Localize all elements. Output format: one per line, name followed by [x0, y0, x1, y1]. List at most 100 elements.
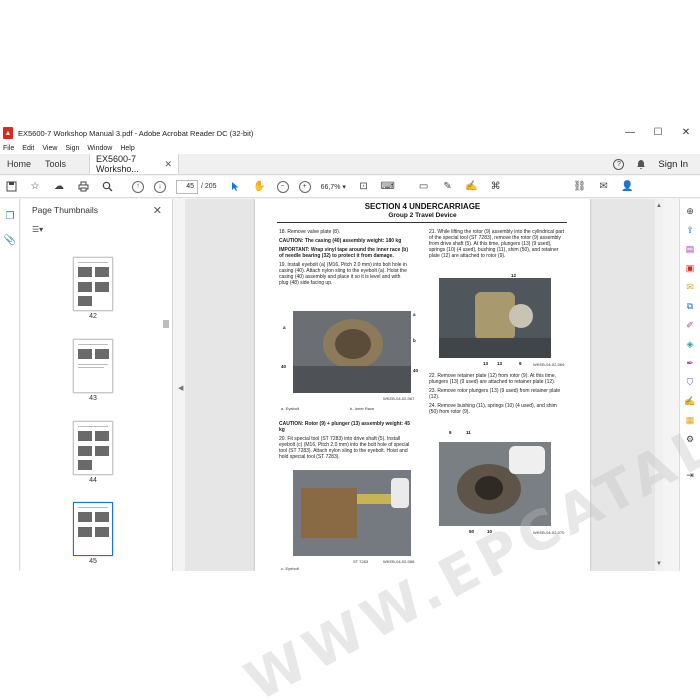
organize-pages-icon[interactable]: ▤	[683, 242, 697, 256]
scroll-down-icon[interactable]: ▼	[656, 561, 662, 567]
more-tools-icon[interactable]: ⚙	[683, 432, 697, 446]
figure-bushing-photo	[439, 442, 551, 526]
thumbnail-options-button[interactable]: ☰▾	[21, 221, 172, 237]
left-column: 18. Remove valve plate (8). CAUTION: The…	[279, 229, 411, 289]
tab-bar: Home Tools EX5600-7 Worksho... ✕ ? Sign …	[0, 154, 700, 175]
add-user-icon[interactable]: 👤	[621, 180, 635, 194]
fill-sign-icon[interactable]: ✍	[465, 180, 479, 194]
document-scrollbar[interactable]: ▲ ▼	[655, 199, 663, 571]
print-icon[interactable]	[76, 180, 90, 194]
fig4-callout-9: 9	[449, 430, 452, 435]
step-22: 22. Remove retainer plate (12) from roto…	[429, 373, 556, 385]
menu-help[interactable]: Help	[120, 145, 134, 152]
fig3-callout-13b: 13	[497, 361, 503, 366]
fig4-callout-50: 50	[469, 529, 475, 534]
link-icon[interactable]: ⛓	[573, 180, 587, 194]
fig1-callout-40-right: 40	[413, 368, 419, 373]
thumbnail-page-45[interactable]	[73, 502, 113, 556]
protect-shield-icon[interactable]: ⛉	[683, 375, 697, 389]
thumbnail-label-44: 44	[89, 477, 97, 484]
fig2-code: WKEB-04-02-068	[383, 559, 415, 564]
page-number-input[interactable]: 45	[176, 179, 198, 194]
notification-bell-icon[interactable]	[634, 157, 648, 171]
document-viewer[interactable]: SECTION 4 UNDERCARRIAGE Group 2 Travel D…	[185, 199, 655, 571]
close-window-button[interactable]: ✕	[672, 124, 700, 142]
step-20: 20. Fit special tool (ST 7283) into driv…	[279, 436, 410, 460]
page-thumbnails-icon[interactable]: ❐	[3, 209, 17, 223]
next-page-icon[interactable]: ↓	[154, 180, 166, 193]
stamp-icon[interactable]: ⌘	[489, 180, 503, 194]
main-toolbar: ☆ ☁ ↑ ↓ 45 / 205 ✋ − + 66,7% ▾ ⊡ ⌨ ▭ ✎ ✍…	[0, 176, 700, 198]
upload-cloud-icon[interactable]: ☁	[52, 180, 66, 194]
zoom-search-icon[interactable]: ⊕	[683, 204, 697, 218]
keyboard-icon[interactable]: ⌨	[380, 180, 394, 194]
compress-pdf-icon[interactable]: ◈	[683, 337, 697, 351]
fig4-code: WKEB-04-02-070	[533, 530, 565, 535]
send-for-signature-icon[interactable]: ✍	[683, 394, 697, 408]
send-file-icon[interactable]: ▦	[683, 413, 697, 427]
menu-view[interactable]: View	[42, 145, 57, 152]
previous-page-icon[interactable]: ↑	[132, 180, 144, 193]
menu-sign[interactable]: Sign	[65, 145, 79, 152]
comment-tool-icon[interactable]: ✉	[683, 280, 697, 294]
thumbnails-title: Page Thumbnails	[32, 205, 98, 215]
scroll-up-icon[interactable]: ▲	[656, 203, 662, 209]
caution-casing-weight: CAUTION: The casing (40) assembly weight…	[279, 238, 402, 244]
save-icon[interactable]	[4, 180, 18, 194]
thumbnail-label-42: 42	[89, 313, 97, 320]
sign-in-button[interactable]: Sign In	[658, 159, 688, 170]
right-column: 21. While lifting the rotor (9) assembly…	[429, 229, 565, 262]
create-pdf-icon[interactable]: ▣	[683, 261, 697, 275]
edit-pdf-icon[interactable]: ✐	[683, 318, 697, 332]
search-icon[interactable]	[100, 180, 114, 194]
fig3-callout-12: 12	[511, 273, 517, 278]
zoom-level-select[interactable]: 66,7% ▾	[321, 183, 351, 191]
menu-window[interactable]: Window	[87, 145, 112, 152]
thumbnail-page-42[interactable]	[73, 257, 113, 311]
thumbnail-label-45: 45	[89, 558, 97, 565]
export-pdf-icon[interactable]: ⇪	[683, 223, 697, 237]
zoom-out-icon[interactable]: −	[276, 180, 289, 193]
figure-casing-photo	[293, 311, 411, 393]
close-panel-icon[interactable]: ✕	[153, 204, 162, 217]
tab-tools[interactable]: Tools	[38, 154, 73, 174]
select-cursor-icon[interactable]	[229, 180, 243, 194]
bookmark-star-icon[interactable]: ☆	[28, 180, 42, 194]
help-icon[interactable]: ?	[613, 158, 625, 170]
minimize-button[interactable]: —	[616, 124, 644, 142]
tab-home[interactable]: Home	[0, 154, 38, 174]
close-tab-icon[interactable]: ✕	[164, 159, 172, 170]
thumbnail-page-43[interactable]	[73, 339, 113, 393]
comment-icon[interactable]: ▭	[417, 180, 431, 194]
fit-page-icon[interactable]: ⊡	[357, 180, 371, 194]
thumbnail-page-44[interactable]	[73, 421, 113, 475]
email-icon[interactable]: ✉	[597, 180, 611, 194]
menu-edit[interactable]: Edit	[22, 145, 34, 152]
attachments-paperclip-icon[interactable]: 📎	[3, 233, 17, 247]
window-title: EX5600-7 Workshop Manual 3.pdf - Adobe A…	[18, 128, 254, 138]
collapse-tools-icon[interactable]: ⇥	[683, 468, 697, 482]
menu-file[interactable]: File	[3, 145, 14, 152]
fig1-callout-a-right: a	[413, 312, 416, 317]
hand-tool-icon[interactable]: ✋	[253, 180, 267, 194]
window-controls: — ☐ ✕	[616, 124, 700, 142]
maximize-button[interactable]: ☐	[644, 124, 672, 142]
fig4-callout-11: 11	[466, 430, 471, 435]
tab-document-label: EX5600-7 Worksho...	[96, 154, 139, 174]
fig1-callout-40-left: 40	[281, 364, 287, 369]
step-21: 21. While lifting the rotor (9) assembly…	[429, 229, 565, 259]
highlight-pen-icon[interactable]: ✎	[441, 180, 455, 194]
combine-files-icon[interactable]: ⧉	[683, 299, 697, 313]
step-18: 18. Remove valve plate (8).	[279, 229, 341, 235]
fig1-callout-a-left: a	[283, 325, 286, 330]
left-rail: ❐ 📎	[0, 199, 20, 571]
fig1-legend-a: a- Eyebolt	[281, 406, 300, 411]
fill-and-sign-icon[interactable]: ✒	[683, 356, 697, 370]
zoom-in-icon[interactable]: +	[298, 180, 311, 193]
fig3-code: WKEB-04-02-069	[533, 362, 565, 367]
thumbnails-scrollbar[interactable]	[163, 320, 169, 328]
right-tools-rail: ⊕ ⇪ ▤ ▣ ✉ ⧉ ✐ ◈ ✒ ⛉ ✍ ▦ ⚙ ⇥	[679, 199, 700, 571]
collapse-left-panel-icon[interactable]: ◀	[178, 384, 183, 392]
tab-document[interactable]: EX5600-7 Worksho... ✕	[89, 154, 180, 174]
fig2-legend-c: c- Eyebolt	[281, 566, 299, 571]
